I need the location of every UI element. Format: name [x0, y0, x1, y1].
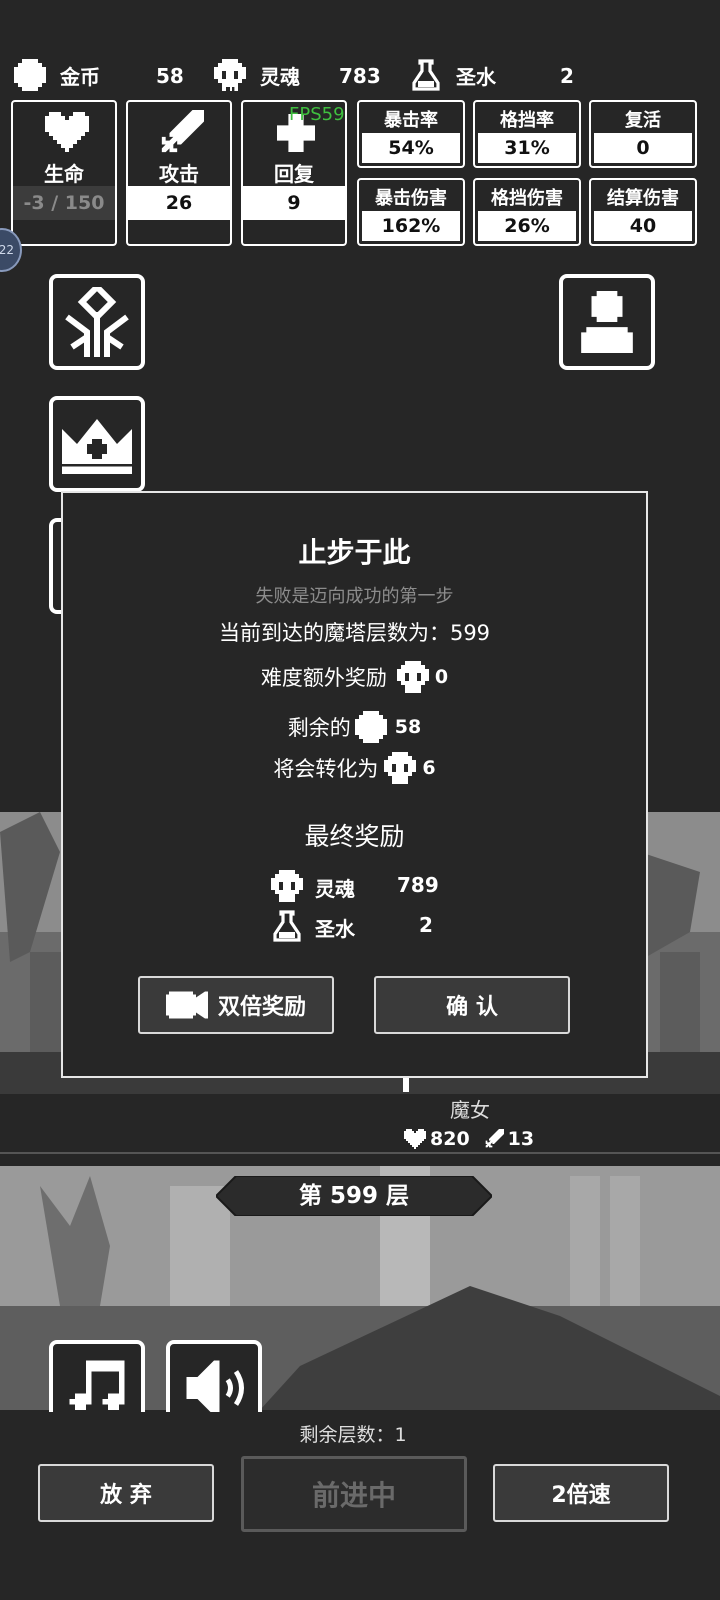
hp-card[interactable]: 生命 -3 / 150 [11, 100, 117, 246]
settle-damage-value: 40 [594, 211, 692, 241]
character-button[interactable] [559, 274, 655, 370]
enemy-attack: 13 [507, 1128, 535, 1150]
block-damage-label: 格挡伤害 [491, 188, 563, 209]
gold-label: 金币 [60, 64, 100, 89]
remaining-gold-row: 剩余的 58 [63, 711, 646, 743]
soul-value: 783 [339, 64, 381, 88]
holy-water-resource: 圣水 2 [410, 58, 574, 92]
reward-water-row: 圣水 2 [271, 909, 451, 943]
floor-reached-text: 当前到达的魔塔层数为：599 [218, 621, 491, 645]
double-reward-label: 双倍奖励 [217, 995, 306, 1020]
recover-value: 9 [243, 186, 345, 220]
recover-card[interactable]: FPS59 回复 9 [241, 100, 347, 246]
block-damage-value: 26% [478, 211, 576, 241]
skull-icon [396, 661, 429, 693]
enemy-name: 魔女 [450, 1098, 490, 1122]
attack-value: 26 [128, 186, 230, 220]
rune-icon [65, 287, 129, 357]
floor-banner-text: 第 599 层 [298, 1183, 410, 1209]
convert-value: 6 [422, 757, 436, 779]
speed-button[interactable]: 2倍速 [493, 1464, 669, 1522]
dialog-title: 止步于此 [298, 536, 411, 569]
coin-icon [354, 711, 387, 743]
sword-icon [485, 1129, 504, 1148]
confirm-button[interactable]: 确 认 [374, 976, 570, 1034]
recover-label: 回复 [274, 162, 314, 186]
attack-label: 攻击 [159, 162, 199, 186]
reward-water-value: 2 [419, 913, 433, 937]
revive-box: 复活 0 [589, 100, 697, 168]
gold-value: 58 [156, 64, 184, 88]
heart-icon [45, 112, 89, 152]
fps-counter: FPS59 [289, 104, 345, 125]
block-damage-box: 格挡伤害 26% [473, 178, 581, 246]
crit-damage-value: 162% [362, 211, 460, 241]
hp-value: -3 / 150 [13, 186, 115, 220]
skull-icon [271, 870, 303, 902]
person-icon [581, 291, 633, 353]
attack-card[interactable]: 攻击 26 [126, 100, 232, 246]
reward-water-label: 圣水 [315, 917, 355, 941]
defeat-dialog: 止步于此 失败是迈向成功的第一步 当前到达的魔塔层数为：599 难度额外奖励 0… [61, 491, 648, 1078]
heart-icon [404, 1129, 426, 1149]
hp-label: 生命 [44, 162, 84, 186]
reward-soul-value: 789 [397, 873, 439, 897]
settle-damage-box: 结算伤害 40 [589, 178, 697, 246]
final-reward-heading: 最终奖励 [304, 822, 405, 851]
potion-icon [412, 59, 440, 91]
sword-icon [161, 110, 204, 153]
enemy-stats: 820 13 [404, 1126, 534, 1152]
coin-icon [14, 59, 46, 91]
difficulty-bonus-row: 难度额外奖励 0 [63, 661, 646, 693]
floor-divider [0, 1152, 720, 1154]
skull-icon [214, 59, 246, 91]
settle-damage-label: 结算伤害 [607, 188, 679, 209]
double-reward-button[interactable]: 双倍奖励 [138, 976, 334, 1034]
advancing-button[interactable]: 前进中 [241, 1456, 467, 1532]
crit-rate-label: 暴击率 [384, 110, 438, 131]
crit-damage-label: 暴击伤害 [375, 188, 447, 209]
difficulty-bonus-value: 0 [434, 666, 449, 688]
block-rate-value: 31% [478, 133, 576, 163]
video-camera-icon [165, 991, 208, 1019]
remaining-label: 剩余的 [287, 716, 351, 740]
talent-button[interactable] [49, 274, 145, 370]
crown-icon [62, 419, 132, 474]
remaining-floors: 剩余层数：1 [299, 1424, 407, 1446]
skull-icon [384, 752, 417, 784]
resource-bar: 金币 58 灵魂 783 圣水 2 [14, 58, 614, 92]
give-up-button[interactable]: 放 弃 [38, 1464, 214, 1522]
block-rate-box: 格挡率 31% [473, 100, 581, 168]
floor-banner: 第 599 层 [216, 1176, 492, 1216]
holy-water-value: 2 [560, 64, 574, 88]
block-rate-label: 格挡率 [500, 110, 554, 131]
crit-damage-box: 暴击伤害 162% [357, 178, 465, 246]
dialog-subtitle: 失败是迈向成功的第一步 [255, 586, 454, 607]
enemy-hp: 820 [430, 1128, 470, 1150]
revive-label: 复活 [625, 110, 661, 131]
rank-button[interactable] [49, 396, 145, 492]
revive-value: 0 [594, 133, 692, 163]
gold-resource: 金币 58 [14, 58, 184, 92]
potion-icon [273, 910, 301, 942]
difficulty-bonus-label: 难度额外奖励 [260, 666, 387, 690]
reward-soul-row: 灵魂 789 [271, 869, 451, 903]
convert-label: 将会转化为 [273, 757, 379, 781]
crit-rate-box: 暴击率 54% [357, 100, 465, 168]
convert-row: 将会转化为 6 [63, 752, 646, 784]
holy-water-label: 圣水 [456, 64, 496, 89]
enemy-marker [403, 1076, 409, 1092]
crit-rate-value: 54% [362, 133, 460, 163]
remaining-value: 58 [394, 716, 422, 738]
soul-resource: 灵魂 783 [214, 58, 381, 92]
soul-label: 灵魂 [260, 64, 300, 89]
ground-strip [0, 1094, 720, 1154]
reward-soul-label: 灵魂 [315, 877, 355, 901]
